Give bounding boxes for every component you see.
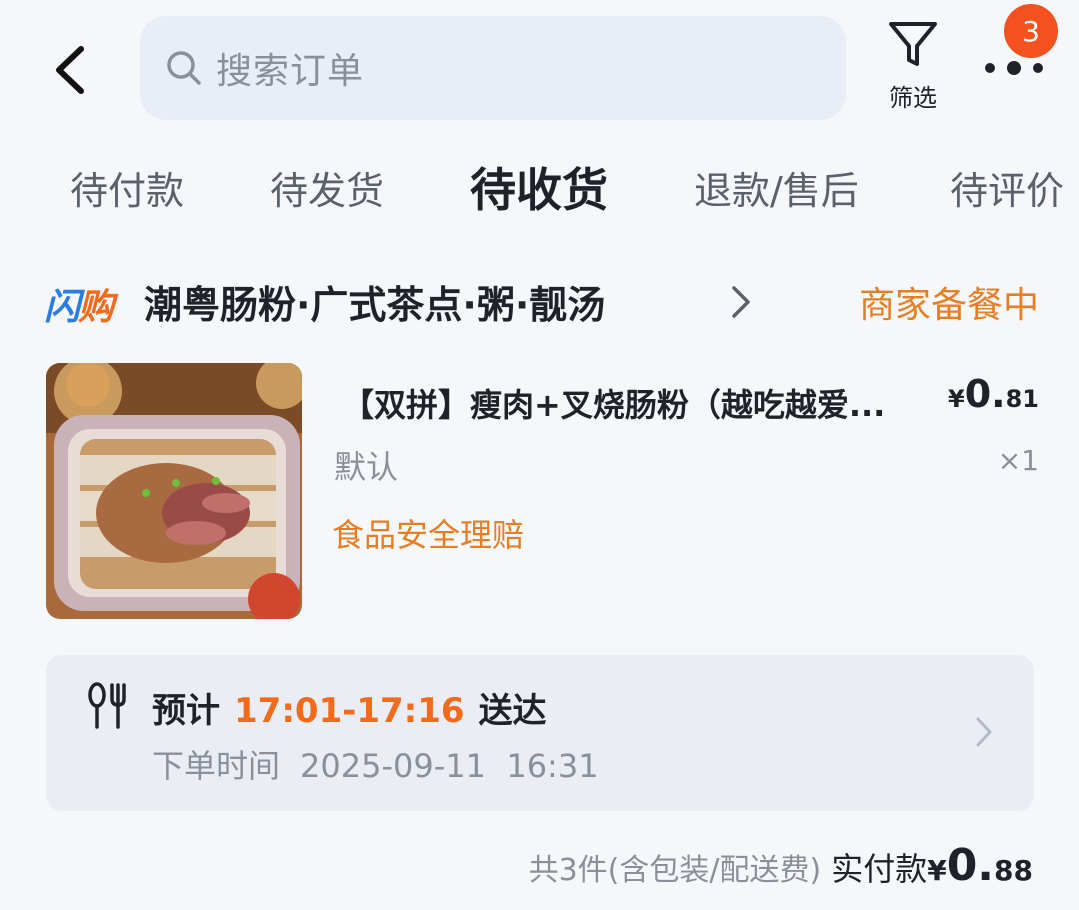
chevron-right-icon (732, 286, 750, 318)
order-page: 搜索订单 筛选 3 待付款 待发货 待收货 退款/售后 待评价 闪购 潮粤肠粉·… (0, 0, 1079, 910)
chevron-left-icon (56, 46, 84, 94)
product-price: ¥0.81 (948, 372, 1039, 416)
product-spec: 默认 (334, 448, 399, 486)
total-decimal: 88 (994, 854, 1033, 887)
food-safety-tag[interactable]: 食品安全理赔 (332, 510, 524, 556)
store-header[interactable]: 闪购 潮粤肠粉·广式茶点·粥·靓汤 商家备餐中 (44, 272, 1039, 332)
product-title[interactable]: 【双拼】瘦肉+叉烧肠粉（越吃越爱... (342, 380, 948, 426)
filter-button[interactable]: 筛选 (876, 20, 950, 120)
paid-label: 实付款 (831, 850, 928, 888)
eta-prefix: 预计 (152, 691, 220, 731)
store-name[interactable]: 潮粤肠粉·广式茶点·粥·靓汤 (144, 274, 605, 329)
notification-badge: 3 (1004, 4, 1058, 58)
order-total-summary: 共3件(含包装/配送费) 实付款 ¥0. 88 (529, 840, 1033, 891)
tab-refund-aftersale[interactable]: 退款/售后 (694, 160, 859, 215)
price-integer: 0. (964, 372, 1006, 416)
eta-suffix: 送达 (478, 691, 547, 731)
search-placeholder: 搜索订单 (216, 51, 365, 92)
order-time: 下单时间 2025-09-11 16:31 (152, 741, 599, 787)
back-button[interactable] (46, 40, 94, 100)
shangou-logo: 闪购 (44, 278, 114, 330)
item-count-note: 共3件(含包装/配送费) (528, 853, 822, 888)
product-image[interactable] (46, 363, 302, 619)
filter-label: 筛选 (889, 84, 937, 112)
order-time-value: 2025-09-11 16:31 (300, 747, 599, 785)
price-currency: ¥ (948, 385, 965, 413)
tab-pending-review[interactable]: 待评价 (950, 160, 1064, 215)
order-time-label: 下单时间 (152, 747, 281, 785)
tab-pending-shipment[interactable]: 待发货 (270, 160, 384, 215)
total-currency: ¥ (927, 854, 947, 887)
utensils-icon (88, 682, 126, 729)
delivery-info-card[interactable]: 预计 17:01-17:16 送达 下单时间 2025-09-11 16:31 (46, 655, 1034, 811)
search-icon (167, 51, 201, 85)
rice-noodle-roll-image (46, 363, 302, 619)
order-status-text: 商家备餐中 (858, 285, 1039, 326)
estimated-delivery: 预计 17:01-17:16 送达 (152, 683, 547, 732)
funnel-icon (889, 22, 937, 66)
search-bar[interactable]: 搜索订单 (140, 16, 846, 120)
chevron-right-icon (976, 717, 992, 747)
price-decimal: 81 (1005, 385, 1039, 413)
brand-text: 闪购 (44, 287, 114, 328)
product-quantity: ×1 (997, 444, 1039, 477)
total-integer: 0. (946, 840, 995, 891)
eta-time: 17:01-17:16 (234, 691, 465, 731)
order-status-tabs: 待付款 待发货 待收货 退款/售后 待评价 (0, 160, 1079, 230)
tab-pending-receipt[interactable]: 待收货 (470, 154, 608, 220)
tab-pending-payment[interactable]: 待付款 (70, 160, 184, 215)
